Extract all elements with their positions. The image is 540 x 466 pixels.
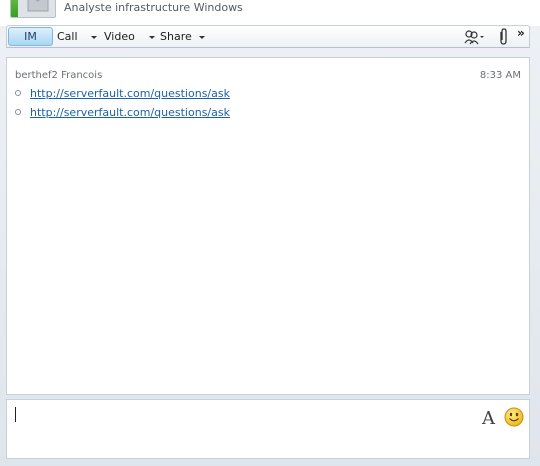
contact-avatar[interactable] bbox=[10, 0, 56, 18]
conversation-header: Analyste infrastructure Windows bbox=[0, 0, 540, 26]
call-label: Call bbox=[57, 30, 78, 43]
group-name: Analyste infrastructure Windows bbox=[64, 1, 243, 14]
chevron-down-icon[interactable] bbox=[91, 35, 98, 39]
list-item: http://serverfault.com/questions/ask bbox=[15, 106, 230, 119]
attachment-icon[interactable] bbox=[497, 28, 509, 46]
share-button[interactable]: Share bbox=[160, 29, 206, 44]
text-cursor bbox=[15, 407, 16, 422]
participants-icon[interactable] bbox=[463, 28, 485, 46]
group-icon bbox=[27, 0, 49, 12]
list-item: http://serverfault.com/questions/ask bbox=[15, 87, 230, 100]
tab-im[interactable]: IM bbox=[8, 27, 53, 46]
message-input[interactable]: A bbox=[6, 399, 530, 459]
share-label: Share bbox=[160, 30, 192, 43]
more-options-button[interactable]: » bbox=[517, 26, 525, 41]
font-icon[interactable]: A bbox=[482, 408, 495, 429]
video-label: Video bbox=[104, 30, 135, 43]
conversation-toolbar: IM Call Video Share » bbox=[6, 25, 530, 48]
chevron-down-icon[interactable] bbox=[149, 35, 156, 39]
chevron-down-icon bbox=[199, 35, 206, 39]
conversation-window: Analyste infrastructure Windows IM Call … bbox=[0, 0, 540, 466]
message-timestamp: 8:33 AM bbox=[479, 70, 521, 81]
message-sender: berthef2 Francois bbox=[15, 70, 103, 81]
presence-status-bar bbox=[11, 0, 18, 17]
message-link[interactable]: http://serverfault.com/questions/ask bbox=[30, 87, 230, 100]
message-link[interactable]: http://serverfault.com/questions/ask bbox=[30, 106, 230, 119]
conversation-history[interactable]: berthef2 Francois 8:33 AM http://serverf… bbox=[6, 57, 530, 395]
call-button[interactable]: Call bbox=[57, 29, 98, 44]
emoticon-icon[interactable] bbox=[504, 407, 524, 427]
bullet-icon bbox=[15, 109, 21, 115]
video-button[interactable]: Video bbox=[104, 29, 156, 44]
bullet-icon bbox=[15, 90, 21, 96]
